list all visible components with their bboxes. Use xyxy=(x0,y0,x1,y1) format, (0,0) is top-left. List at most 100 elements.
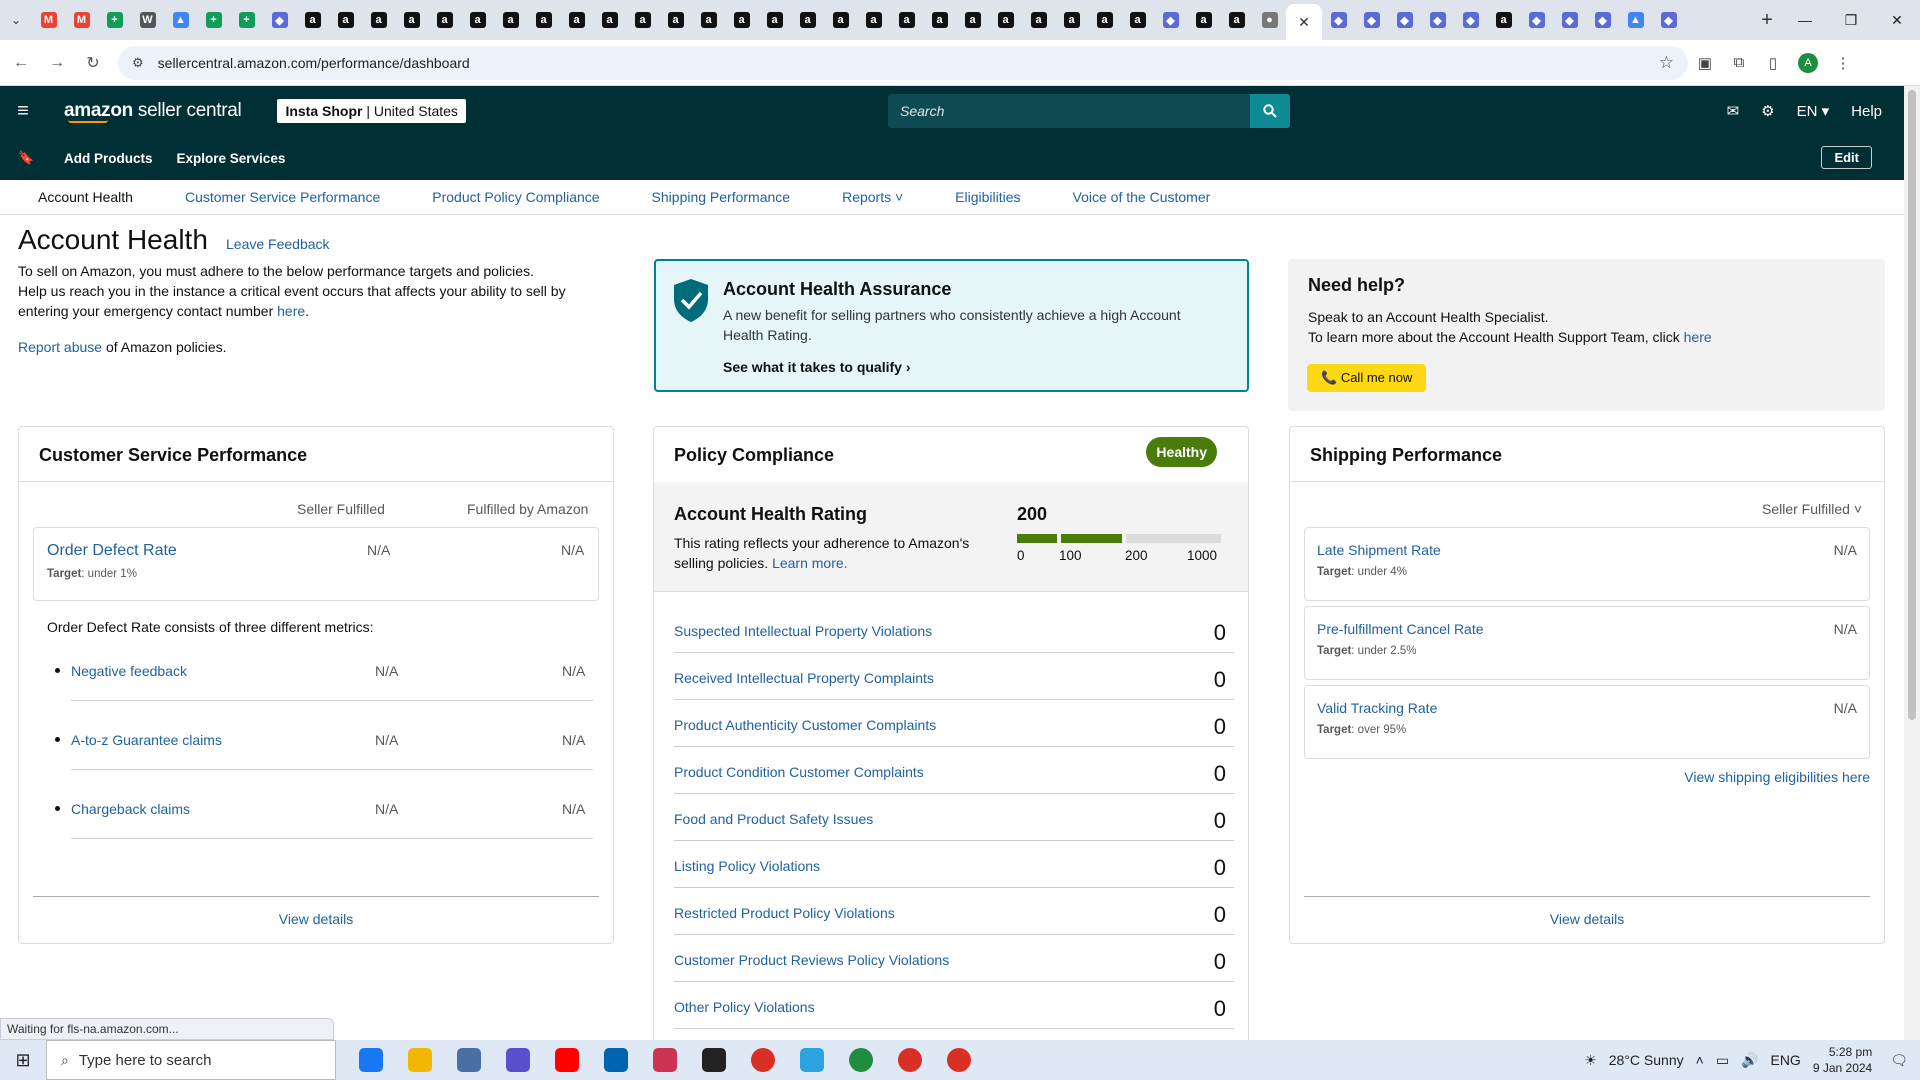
browser-tab[interactable]: + xyxy=(230,4,263,36)
browser-tab[interactable]: a xyxy=(1220,4,1253,36)
policy-link[interactable]: Suspected Intellectual Property Violatio… xyxy=(674,623,932,639)
browser-tab[interactable]: a xyxy=(824,4,857,36)
browser-tab[interactable]: a xyxy=(857,4,890,36)
shipping-view-details-link[interactable]: View details xyxy=(1290,911,1884,927)
browser-tab[interactable]: ▲ xyxy=(164,4,197,36)
back-icon[interactable]: ← xyxy=(6,54,36,72)
clock[interactable]: 5:28 pm 9 Jan 2024 xyxy=(1813,1044,1872,1076)
search-input[interactable]: Search xyxy=(888,94,1250,128)
policy-link[interactable]: Received Intellectual Property Complaint… xyxy=(674,670,934,686)
hamburger-menu-icon[interactable]: ≡ xyxy=(0,100,46,123)
side-panel-icon[interactable]: ▯ xyxy=(1756,54,1790,72)
chrome-menu-icon[interactable]: ⋮ xyxy=(1826,54,1860,72)
browser-tab[interactable]: ◆ xyxy=(1421,4,1454,36)
policy-link[interactable]: Product Condition Customer Complaints xyxy=(674,764,924,780)
tab-shipping[interactable]: Shipping Performance xyxy=(652,189,791,205)
browser-tab[interactable]: ● xyxy=(1253,4,1286,36)
browser-tab[interactable]: a xyxy=(428,4,461,36)
browser-tab[interactable]: a xyxy=(461,4,494,36)
browser-tab[interactable]: a xyxy=(1121,4,1154,36)
browser-tab[interactable]: a xyxy=(956,4,989,36)
browser-tab[interactable]: M xyxy=(32,4,65,36)
volume-icon[interactable]: 🔊 xyxy=(1741,1052,1758,1069)
explore-services-link[interactable]: Explore Services xyxy=(177,151,286,166)
shipping-metric-link[interactable]: Late Shipment Rate xyxy=(1317,542,1441,558)
tab-eligibilities[interactable]: Eligibilities xyxy=(955,189,1020,205)
browser-tab[interactable]: a xyxy=(560,4,593,36)
bookmark-icon[interactable]: 🔖 xyxy=(18,150,38,166)
policy-link[interactable]: Food and Product Safety Issues xyxy=(674,811,873,827)
seller-central-logo[interactable]: amazon seller central xyxy=(64,100,242,123)
metric-link[interactable]: Chargeback claims xyxy=(71,801,190,817)
tab-search-icon[interactable]: ⌄ xyxy=(0,0,32,40)
browser-tab[interactable]: + xyxy=(197,4,230,36)
browser-tab[interactable]: a xyxy=(527,4,560,36)
browser-tab[interactable]: ◆ xyxy=(1154,4,1187,36)
browser-tab[interactable]: a xyxy=(923,4,956,36)
taskbar-app[interactable] xyxy=(493,1040,542,1080)
policy-link[interactable]: Product Authenticity Customer Complaints xyxy=(674,717,936,733)
browser-tab[interactable]: a xyxy=(758,4,791,36)
browser-tab[interactable]: a xyxy=(1487,4,1520,36)
add-products-link[interactable]: Add Products xyxy=(64,151,153,166)
close-tab-icon[interactable]: ✕ xyxy=(1298,14,1310,31)
language-indicator[interactable]: ENG xyxy=(1770,1052,1800,1068)
browser-tab[interactable]: ▲ xyxy=(1619,4,1652,36)
url-text[interactable]: sellercentral.amazon.com/performance/das… xyxy=(158,55,1659,71)
taskbar-app[interactable] xyxy=(689,1040,738,1080)
taskbar-app[interactable] xyxy=(346,1040,395,1080)
fulfillment-selector[interactable]: Seller Fulfilled ˅ xyxy=(1762,501,1862,517)
taskbar-app[interactable] xyxy=(885,1040,934,1080)
taskbar-app[interactable] xyxy=(444,1040,493,1080)
browser-tab[interactable]: M xyxy=(65,4,98,36)
search-button[interactable] xyxy=(1250,94,1290,128)
tab-product-policy[interactable]: Product Policy Compliance xyxy=(432,189,599,205)
browser-tab[interactable]: a xyxy=(725,4,758,36)
taskbar-app[interactable] xyxy=(640,1040,689,1080)
browser-tab[interactable]: a xyxy=(296,4,329,36)
taskbar-search[interactable]: ⌕ Type here to search xyxy=(46,1040,336,1080)
browser-tab[interactable]: ◆ xyxy=(263,4,296,36)
policy-link[interactable]: Customer Product Reviews Policy Violatio… xyxy=(674,952,949,968)
settings-gear-icon[interactable]: ⚙ xyxy=(1761,102,1774,120)
metric-link[interactable]: Negative feedback xyxy=(71,663,187,679)
tab-voice-of-customer[interactable]: Voice of the Customer xyxy=(1073,189,1211,205)
browser-tab[interactable]: a xyxy=(362,4,395,36)
scrollbar-thumb[interactable] xyxy=(1908,90,1916,720)
taskbar-app[interactable] xyxy=(738,1040,787,1080)
browser-tab[interactable]: ◆ xyxy=(1355,4,1388,36)
browser-tab[interactable]: a xyxy=(1055,4,1088,36)
weather-text[interactable]: 28°C Sunny xyxy=(1609,1052,1684,1068)
page-scrollbar[interactable] xyxy=(1904,86,1920,1040)
taskbar-app[interactable] xyxy=(934,1040,983,1080)
browser-tab[interactable]: ◆ xyxy=(1652,4,1685,36)
metric-link[interactable]: A-to-z Guarantee claims xyxy=(71,732,222,748)
minimize-icon[interactable]: — xyxy=(1782,12,1828,29)
language-selector[interactable]: EN ▾ xyxy=(1797,102,1830,120)
browser-tab[interactable]: ◆ xyxy=(1553,4,1586,36)
forward-icon[interactable]: → xyxy=(42,54,72,72)
taskbar-app[interactable] xyxy=(542,1040,591,1080)
report-abuse-link[interactable]: Report abuse xyxy=(18,339,102,355)
shipping-metric-link[interactable]: Pre-fulfillment Cancel Rate xyxy=(1317,621,1484,637)
site-info-icon[interactable]: ⚙ xyxy=(132,55,144,71)
new-tab-button[interactable]: + xyxy=(1752,9,1782,32)
browser-tab-active[interactable]: ✕ xyxy=(1286,4,1322,40)
extension-icon[interactable]: ▣ xyxy=(1688,54,1722,72)
taskbar-app[interactable] xyxy=(787,1040,836,1080)
help-link[interactable]: Help xyxy=(1851,103,1882,120)
policy-link[interactable]: Restricted Product Policy Violations xyxy=(674,905,895,921)
bookmark-star-icon[interactable]: ☆ xyxy=(1659,53,1674,73)
profile-avatar[interactable]: A xyxy=(1798,52,1818,73)
order-defect-rate-link[interactable]: Order Defect Rate xyxy=(47,542,177,560)
close-window-icon[interactable]: ✕ xyxy=(1874,12,1920,29)
browser-tab[interactable]: a xyxy=(395,4,428,36)
browser-tab[interactable]: a xyxy=(890,4,923,36)
browser-tab[interactable]: a xyxy=(1022,4,1055,36)
leave-feedback-link[interactable]: Leave Feedback xyxy=(226,236,330,252)
learn-more-link[interactable]: Learn more. xyxy=(772,555,847,571)
browser-tab[interactable]: a xyxy=(989,4,1022,36)
csp-view-details-link[interactable]: View details xyxy=(19,911,613,927)
address-bar[interactable]: ⚙ sellercentral.amazon.com/performance/d… xyxy=(118,45,1688,80)
browser-tab[interactable]: a xyxy=(659,4,692,36)
